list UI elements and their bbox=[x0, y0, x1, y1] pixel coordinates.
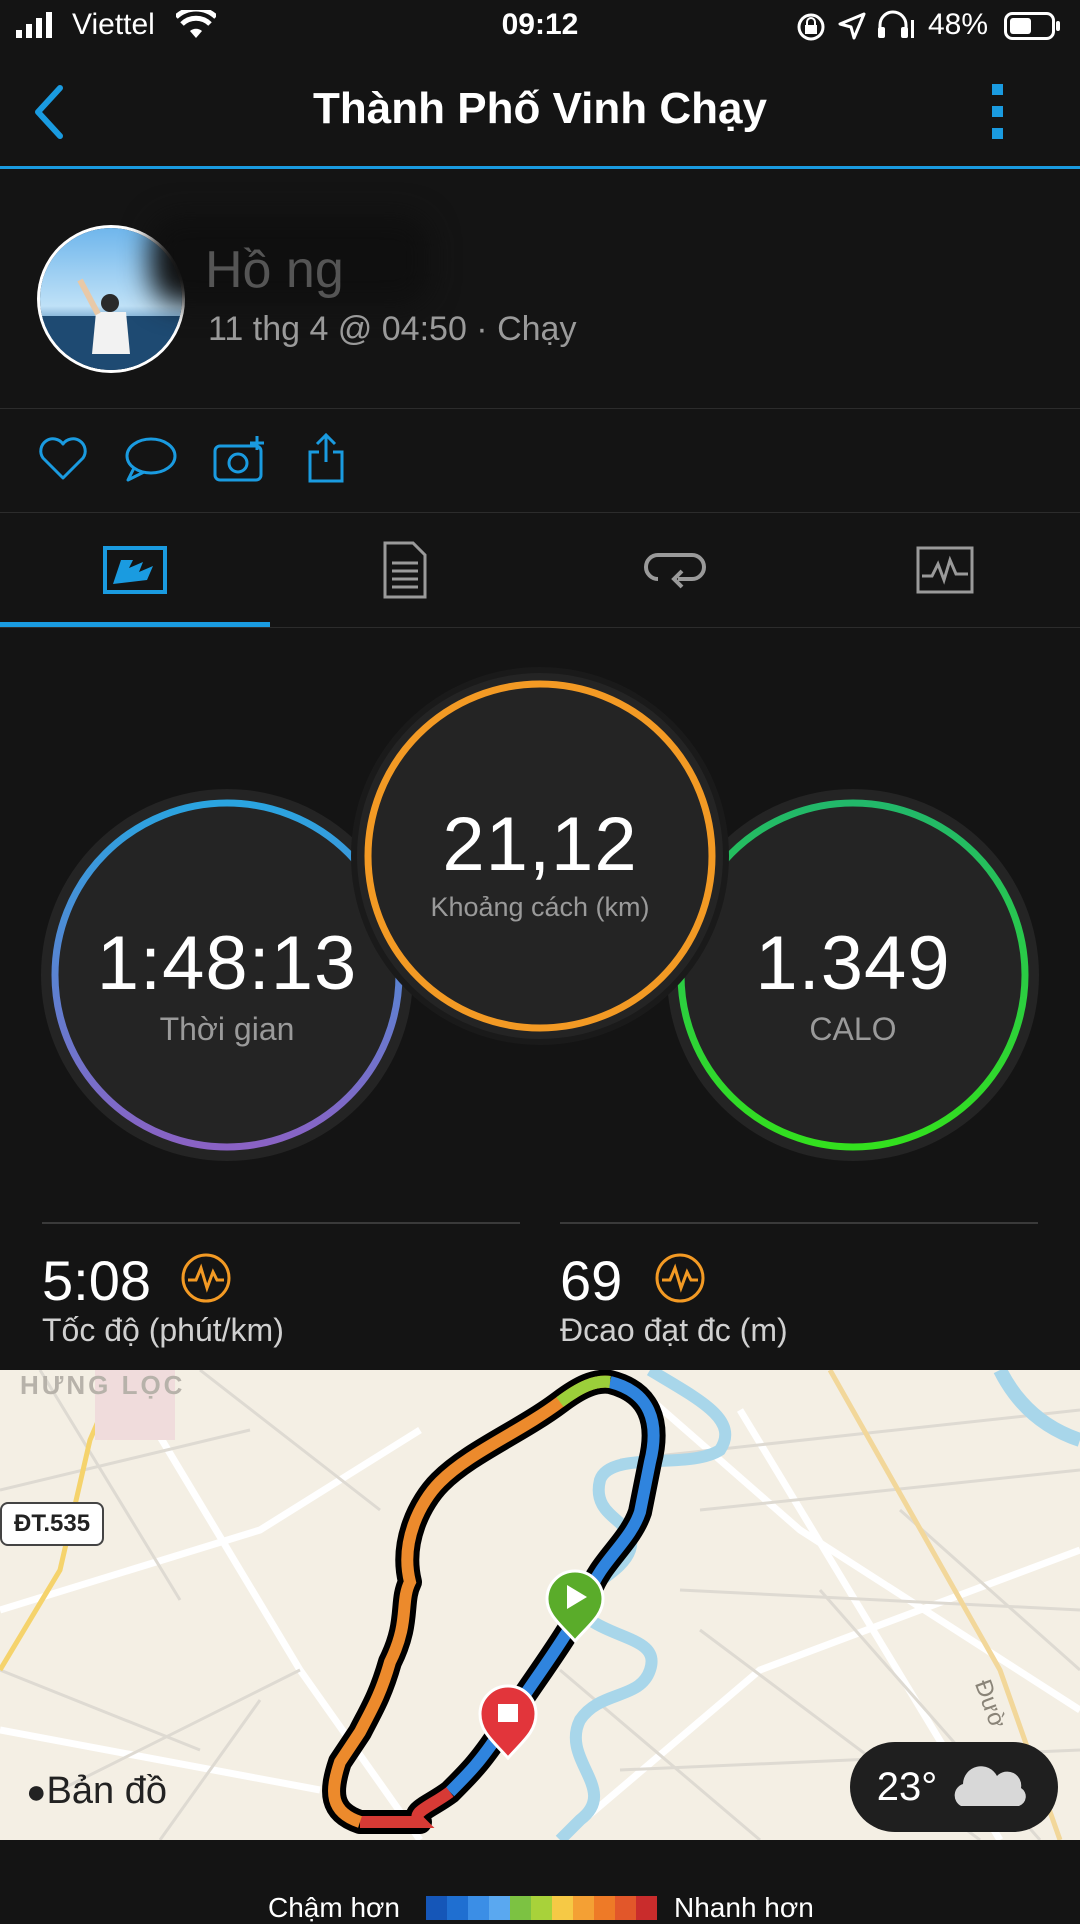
legend-swatch bbox=[531, 1896, 552, 1920]
weather-badge[interactable]: 23° bbox=[850, 1742, 1058, 1832]
attribution-text: Bản đồ bbox=[46, 1770, 167, 1812]
tab-charts[interactable] bbox=[810, 520, 1080, 620]
distance-value: 21,12 bbox=[442, 802, 638, 887]
laps-icon bbox=[644, 553, 706, 589]
more-options-icon[interactable] bbox=[988, 82, 1008, 142]
cloud-icon bbox=[954, 1766, 1027, 1806]
divider bbox=[0, 408, 1080, 409]
battery-icon bbox=[1004, 12, 1060, 40]
activity-meta: 11 thg 4 @ 04:50 · Chạy bbox=[208, 310, 577, 348]
legend-swatch bbox=[615, 1896, 636, 1920]
road-badge: ĐT.535 bbox=[0, 1502, 105, 1546]
headphones-icon bbox=[878, 10, 914, 38]
divider bbox=[0, 512, 1080, 513]
route-map[interactable]: HƯNG LỌC ĐT.535 Đườ ●Bản đồ 23° bbox=[0, 1370, 1080, 1840]
clock: 09:12 bbox=[501, 8, 579, 41]
document-icon bbox=[383, 541, 427, 599]
rotation-lock-icon bbox=[797, 13, 825, 41]
like-icon[interactable] bbox=[38, 436, 88, 482]
apple-icon: ● bbox=[26, 1773, 47, 1811]
legend-swatch bbox=[489, 1896, 510, 1920]
location-arrow-icon bbox=[838, 12, 866, 40]
elevation-label: Đcao đạt đc (m) bbox=[560, 1312, 788, 1348]
map-attribution: ●Bản đồ bbox=[26, 1770, 167, 1813]
status-bar: Viettel 09:12 48% bbox=[0, 0, 1080, 58]
calories-value: 1.349 bbox=[755, 921, 951, 1006]
area-label: HƯNG LỌC bbox=[20, 1370, 186, 1400]
pace-chart-icon[interactable] bbox=[180, 1252, 232, 1304]
add-photo-icon[interactable] bbox=[212, 434, 268, 484]
legend-swatch bbox=[573, 1896, 594, 1920]
legend-swatch bbox=[426, 1896, 447, 1920]
legend-swatch bbox=[510, 1896, 531, 1920]
divider bbox=[0, 627, 1080, 628]
elevation-value: 69 bbox=[560, 1249, 623, 1312]
legend-swatch bbox=[468, 1896, 489, 1920]
pace-legend: Chậm hơn Nhanh hơn bbox=[0, 1840, 1080, 1923]
stat-divider bbox=[42, 1222, 520, 1224]
time-label: Thời gian bbox=[159, 1011, 295, 1047]
share-icon[interactable] bbox=[306, 432, 346, 484]
tab-laps[interactable] bbox=[540, 520, 810, 620]
pace-value: 5:08 bbox=[42, 1249, 151, 1312]
overview-map-icon bbox=[103, 546, 167, 594]
legend-swatch bbox=[447, 1896, 468, 1920]
stat-divider bbox=[560, 1222, 1038, 1224]
tab-overview[interactable] bbox=[0, 520, 270, 620]
legend-swatch bbox=[636, 1896, 657, 1920]
time-value: 1:48:13 bbox=[96, 921, 358, 1006]
legend-slower: Chậm hơn bbox=[268, 1892, 400, 1923]
elevation-chart-icon[interactable] bbox=[654, 1252, 706, 1304]
header-divider bbox=[0, 166, 1080, 169]
distance-label: Khoảng cách (km) bbox=[430, 892, 650, 922]
pace-label: Tốc độ (phút/km) bbox=[42, 1312, 284, 1348]
user-name[interactable]: Hồ ng bbox=[205, 240, 344, 300]
legend-faster: Nhanh hơn bbox=[674, 1892, 814, 1923]
legend-color-bar bbox=[426, 1896, 657, 1920]
tab-details[interactable] bbox=[270, 520, 540, 620]
nav-header: Thành Phố Vinh Chạy bbox=[0, 58, 1080, 166]
comment-icon[interactable] bbox=[124, 436, 178, 484]
battery-percent: 48% bbox=[928, 8, 989, 41]
page-title: Thành Phố Vinh Chạy bbox=[313, 84, 767, 133]
legend-swatch bbox=[594, 1896, 615, 1920]
chart-icon bbox=[916, 546, 974, 594]
legend-swatch bbox=[552, 1896, 573, 1920]
weather-temp: 23° bbox=[876, 1764, 938, 1809]
calories-label: CALO bbox=[809, 1011, 897, 1047]
